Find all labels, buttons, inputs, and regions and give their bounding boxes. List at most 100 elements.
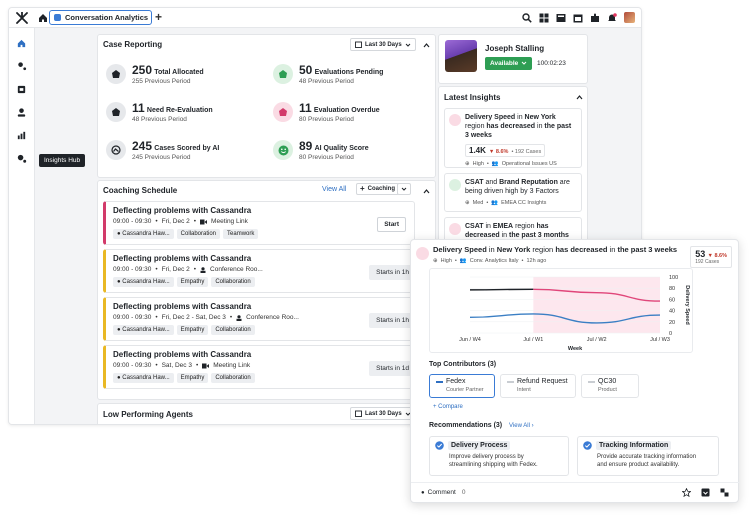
delivery-speed-chart-box: 0 20 40 60 80 100 Jun / W4 Jul / W1 Jul / W2 Jul … — [429, 268, 693, 353]
metric-previous: 48 Previous Period — [132, 116, 187, 123]
case-reporting-card: Case Reporting Last 30 Days 250 Total Al… — [97, 34, 436, 178]
sidebar-cases-icon[interactable] — [16, 84, 27, 95]
add-coaching-button[interactable]: + Coaching — [356, 183, 400, 195]
insight-kpi-delta-value: 8.6% — [495, 149, 509, 155]
comment-label: Comment — [427, 489, 456, 496]
insights-hub-tooltip: Insights Hub — [39, 154, 86, 167]
calendar-icon[interactable] — [573, 13, 583, 23]
coaching-view-all-link[interactable]: View All — [322, 186, 346, 193]
archive-icon[interactable] — [701, 488, 710, 497]
coaching-date: Fri, Dec 2 - Sat, Dec 3 — [161, 314, 226, 321]
detail-metric: Delivery Speed — [433, 245, 487, 254]
metric-total-allocated[interactable]: 250 Total Allocated 255 Previous Period — [106, 63, 204, 85]
verified-badge-icon — [435, 441, 444, 450]
sidebar-people-icon[interactable] — [16, 61, 27, 72]
insight-text-part: region — [465, 123, 487, 130]
y-tick-label: 60 — [669, 297, 675, 303]
metric-previous: 80 Previous Period — [299, 116, 354, 123]
coaching-item[interactable]: Deflecting problems with Cassandra 09:00… — [103, 201, 415, 245]
latest-insights-card: Latest Insights Delivery Speed in New Yo… — [438, 86, 588, 247]
detail-title-part: has decreased — [555, 245, 608, 254]
detail-title: Delivery Speed in New York region has de… — [416, 245, 686, 255]
coaching-start-button[interactable]: Start — [377, 217, 406, 232]
collapse-chevron-up-icon[interactable] — [423, 42, 430, 49]
metric-cases-scored-by-ai[interactable]: 245 Cases Scored by AI 245 Previous Peri… — [106, 139, 219, 161]
agent-status-dropdown[interactable]: Available — [485, 57, 533, 70]
coaching-options-dropdown[interactable] — [397, 183, 411, 195]
comment-button[interactable]: ● Comment 0 — [421, 489, 465, 496]
metric-evaluations-pending[interactable]: 50 Evaluations Pending 48 Previous Perio… — [273, 63, 383, 85]
contributor-qc30[interactable]: QC30 Product — [581, 374, 639, 398]
case-reporting-date-dropdown[interactable]: Last 30 Days — [350, 38, 416, 51]
contributor-name: Refund Request — [517, 378, 568, 385]
agent-timer: 100:02:23 — [537, 60, 566, 67]
coaching-person-tag: ● Cassandra Haw... — [113, 325, 174, 335]
recommendations-view-all-link[interactable]: View All › — [509, 423, 534, 429]
notification-bell-icon[interactable] — [607, 12, 617, 23]
coaching-skill-tag: Collaboration — [211, 373, 255, 383]
add-tab-button[interactable]: + — [155, 11, 162, 23]
metric-ai-quality-score[interactable]: 89 AI Quality Score 80 Previous Period — [273, 139, 369, 161]
collapse-chevron-up-icon[interactable] — [576, 94, 583, 101]
metric-evaluation-overdue[interactable]: 11 Evaluation Overdue 80 Previous Period — [273, 101, 380, 123]
sidebar-insights-hub-icon[interactable] — [16, 153, 27, 164]
comment-count: 0 — [461, 489, 466, 496]
series-line-0 — [469, 288, 534, 291]
coaching-time: 09:00 - 09:30 — [113, 314, 152, 321]
detail-count-value: 53 — [695, 249, 706, 259]
metric-value: 50 — [299, 63, 313, 77]
contributor-fedex[interactable]: Fedex Courier Partner — [429, 374, 495, 398]
coaching-status-button[interactable]: Starts in 1h — [369, 313, 416, 328]
sidebar-reports-icon[interactable] — [16, 130, 27, 141]
insight-trend-down-icon — [449, 114, 461, 126]
coaching-status-button[interactable]: Starts in 1d — [369, 361, 416, 376]
home-icon[interactable] — [37, 12, 49, 24]
grid-apps-icon[interactable] — [539, 13, 549, 23]
coaching-location: Conference Roo... — [246, 314, 299, 321]
coaching-item[interactable]: Deflecting problems with Cassandra 09:00… — [103, 249, 416, 293]
recommendation-card[interactable]: Delivery Process Improve delivery proces… — [429, 436, 569, 476]
metric-value: 11 — [132, 101, 145, 115]
coaching-person-name: Cassandra Haw... — [122, 231, 170, 237]
coaching-item[interactable]: Deflecting problems with Cassandra 09:00… — [103, 297, 416, 341]
insight-item[interactable]: CSAT and Brand Reputation are being driv… — [444, 173, 582, 212]
contributor-name: Fedex — [446, 378, 466, 385]
insight-metric: Brand Reputation — [499, 179, 558, 186]
coaching-status-button[interactable]: Starts in 1h — [369, 265, 416, 280]
y-tick-label: 100 — [669, 275, 678, 281]
sidebar-agent-icon[interactable] — [16, 107, 27, 118]
detail-count-cases: 192 Cases — [695, 259, 720, 265]
recommendation-card[interactable]: Tracking Information Provide accurate tr… — [577, 436, 719, 476]
detail-priority: High — [440, 258, 452, 264]
metric-previous: 255 Previous Period — [132, 78, 191, 85]
compare-link[interactable]: + Compare — [433, 404, 463, 410]
board-icon[interactable] — [556, 13, 566, 23]
insight-item[interactable]: Delivery Speed in New York region has de… — [444, 108, 582, 168]
tab-label: Conversation Analytics — [65, 13, 149, 22]
verified-badge-icon — [583, 441, 592, 450]
sidebar-home-icon[interactable] — [16, 38, 27, 49]
coaching-item-meta: 09:00 - 09:30 • Fri, Dec 2 - Sat, Dec 3 • … — [113, 314, 299, 321]
share-icon[interactable] — [720, 488, 729, 497]
y-tick-label: 20 — [669, 320, 675, 326]
contributor-refund-request[interactable]: Refund Request Intent — [500, 374, 576, 398]
metric-need-re-evaluation[interactable]: 11 Need Re-Evaluation 48 Previous Period — [106, 101, 213, 123]
tab-app-icon — [54, 14, 61, 21]
low-performing-date-dropdown[interactable]: Last 30 Days — [350, 407, 416, 420]
puzzle-icon[interactable] — [590, 13, 600, 23]
search-icon[interactable] — [522, 12, 532, 23]
coaching-item[interactable]: Deflecting problems with Cassandra 09:00… — [103, 345, 416, 389]
x-axis-label: Week — [568, 346, 583, 352]
x-tick-label: Jul / W3 — [650, 337, 670, 343]
agent-avatar[interactable] — [445, 40, 477, 72]
need-re-evaluation-icon — [106, 102, 126, 122]
user-avatar[interactable] — [624, 12, 635, 23]
tab-conversation-analytics[interactable]: Conversation Analytics — [49, 10, 152, 25]
video-camera-icon — [202, 363, 210, 368]
person-icon — [200, 266, 206, 273]
latest-insights-title: Latest Insights — [444, 93, 501, 102]
collapse-chevron-up-icon[interactable] — [423, 188, 430, 195]
coaching-person-tag: ● Cassandra Haw... — [113, 277, 174, 287]
sprinklr-logo-icon[interactable] — [15, 12, 29, 24]
star-icon[interactable] — [682, 488, 691, 497]
